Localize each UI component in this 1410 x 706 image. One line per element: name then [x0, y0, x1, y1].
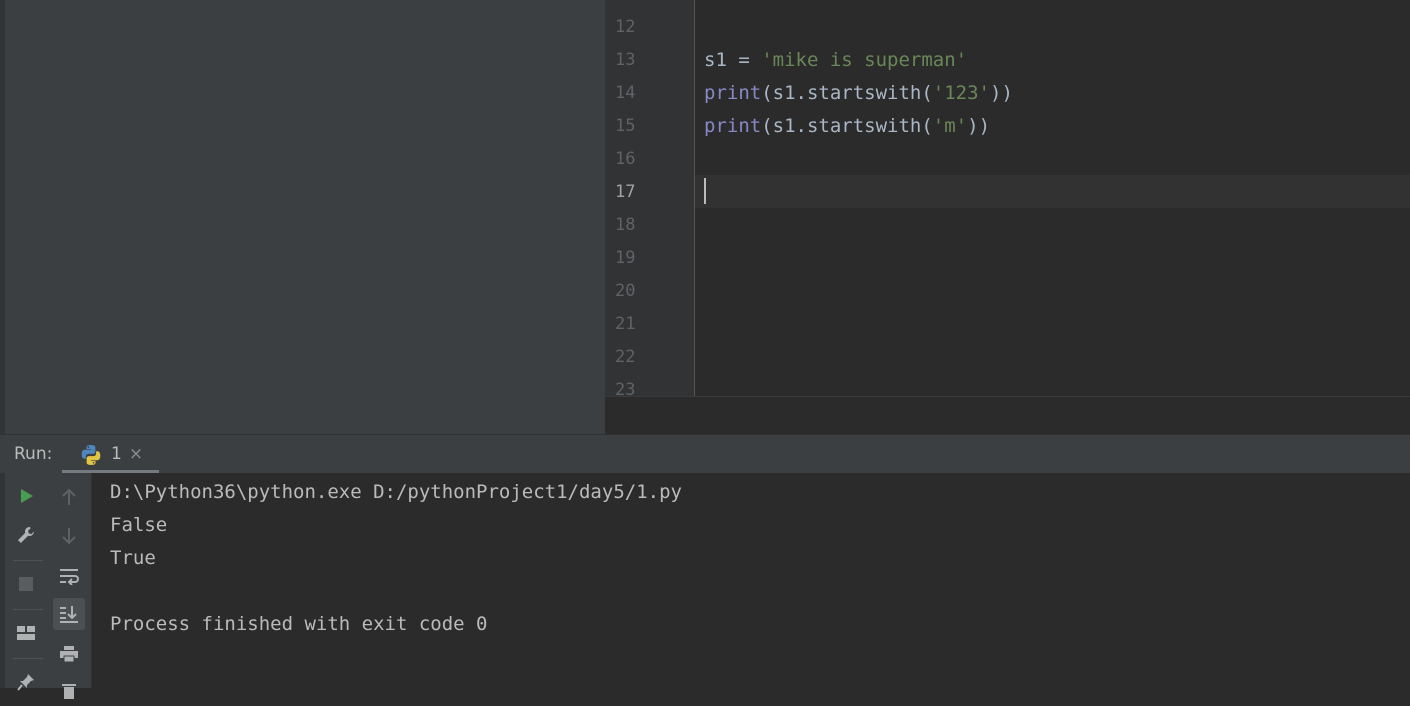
python-icon — [81, 445, 101, 465]
rerun-button[interactable] — [11, 481, 41, 511]
soft-wrap-button[interactable] — [54, 561, 84, 591]
line-number: 21 — [615, 314, 636, 334]
toolbar-separator — [13, 609, 43, 610]
code-text: )) — [990, 82, 1013, 104]
line-number: 13 — [615, 50, 636, 70]
run-toolbar-primary — [0, 473, 47, 691]
code-builtin: print — [704, 82, 762, 104]
line-number: 12 — [615, 17, 636, 37]
run-tab[interactable]: 1 × — [62, 435, 159, 474]
trash-icon — [62, 684, 76, 699]
line-number-gutter: 11 12 13 14 15 16 17 18 19 20 21 22 23 — [605, 0, 695, 396]
code-line-15[interactable]: print(s1.startswith('m')) — [704, 110, 990, 143]
code-text: (s1.startswith( — [761, 82, 933, 104]
code-text: (s1.startswith( — [761, 115, 933, 137]
pin-tab-button[interactable] — [11, 667, 41, 697]
run-label: Run: — [14, 444, 53, 464]
console-line: Process finished with exit code 0 — [110, 613, 488, 635]
text-caret — [704, 178, 706, 204]
line-number: 16 — [615, 149, 636, 169]
code-line-13[interactable]: s1 = 'mike is superman' — [704, 44, 967, 77]
console-line: False — [110, 514, 168, 536]
line-number: 15 — [615, 116, 636, 136]
wrench-icon — [18, 526, 35, 543]
up-arrow-icon — [62, 488, 76, 505]
run-tool-window-header: Run: 1 × — [0, 434, 1410, 474]
toolbar-separator — [13, 560, 43, 561]
run-icon — [21, 489, 33, 503]
code-string: 'm' — [932, 115, 968, 137]
line-number: 23 — [615, 380, 636, 396]
scroll-to-end-icon — [60, 606, 78, 623]
layout-button[interactable] — [11, 618, 41, 648]
previous-occurrence-button[interactable] — [54, 482, 84, 512]
line-number: 14 — [615, 83, 636, 103]
settings-button[interactable] — [11, 520, 41, 550]
clear-all-button[interactable] — [54, 676, 84, 706]
stop-button[interactable] — [11, 569, 41, 599]
print-icon — [60, 646, 78, 663]
run-console[interactable]: D:\Python36\python.exe D:/pythonProject1… — [92, 473, 1410, 688]
line-number: 18 — [615, 215, 636, 235]
down-arrow-icon — [62, 528, 76, 545]
line-number: 20 — [615, 281, 636, 301]
code-string: '123' — [932, 82, 990, 104]
console-line: True — [110, 547, 156, 569]
code-editor[interactable]: 11 12 13 14 15 16 17 18 19 20 21 22 23 s… — [605, 0, 1410, 396]
line-number: 19 — [615, 248, 636, 268]
editor-bottom-area — [605, 396, 1410, 434]
next-occurrence-button[interactable] — [54, 521, 84, 551]
stop-icon — [19, 577, 33, 591]
console-line: D:\Python36\python.exe D:/pythonProject1… — [110, 481, 682, 503]
current-line-highlight — [695, 175, 1410, 208]
layout-icon — [17, 626, 35, 640]
scroll-to-end-button[interactable] — [53, 598, 85, 630]
print-button[interactable] — [54, 639, 84, 669]
toolbar-separator — [13, 658, 43, 659]
run-toolbar-secondary — [47, 473, 92, 699]
line-number: 11 — [615, 0, 635, 11]
code-variable: s1 = — [704, 49, 762, 71]
pin-icon — [17, 674, 34, 691]
run-tab-label: 1 — [111, 444, 122, 464]
line-number: 22 — [615, 347, 636, 367]
code-line-14[interactable]: print(s1.startswith('123')) — [704, 77, 1013, 110]
close-icon[interactable]: × — [128, 446, 144, 463]
code-string: 'mike is superman' — [761, 49, 968, 71]
code-text: )) — [967, 115, 991, 137]
project-panel — [0, 0, 605, 434]
code-builtin: print — [704, 115, 762, 137]
soft-wrap-icon — [60, 569, 79, 585]
line-number-current: 17 — [615, 182, 636, 202]
